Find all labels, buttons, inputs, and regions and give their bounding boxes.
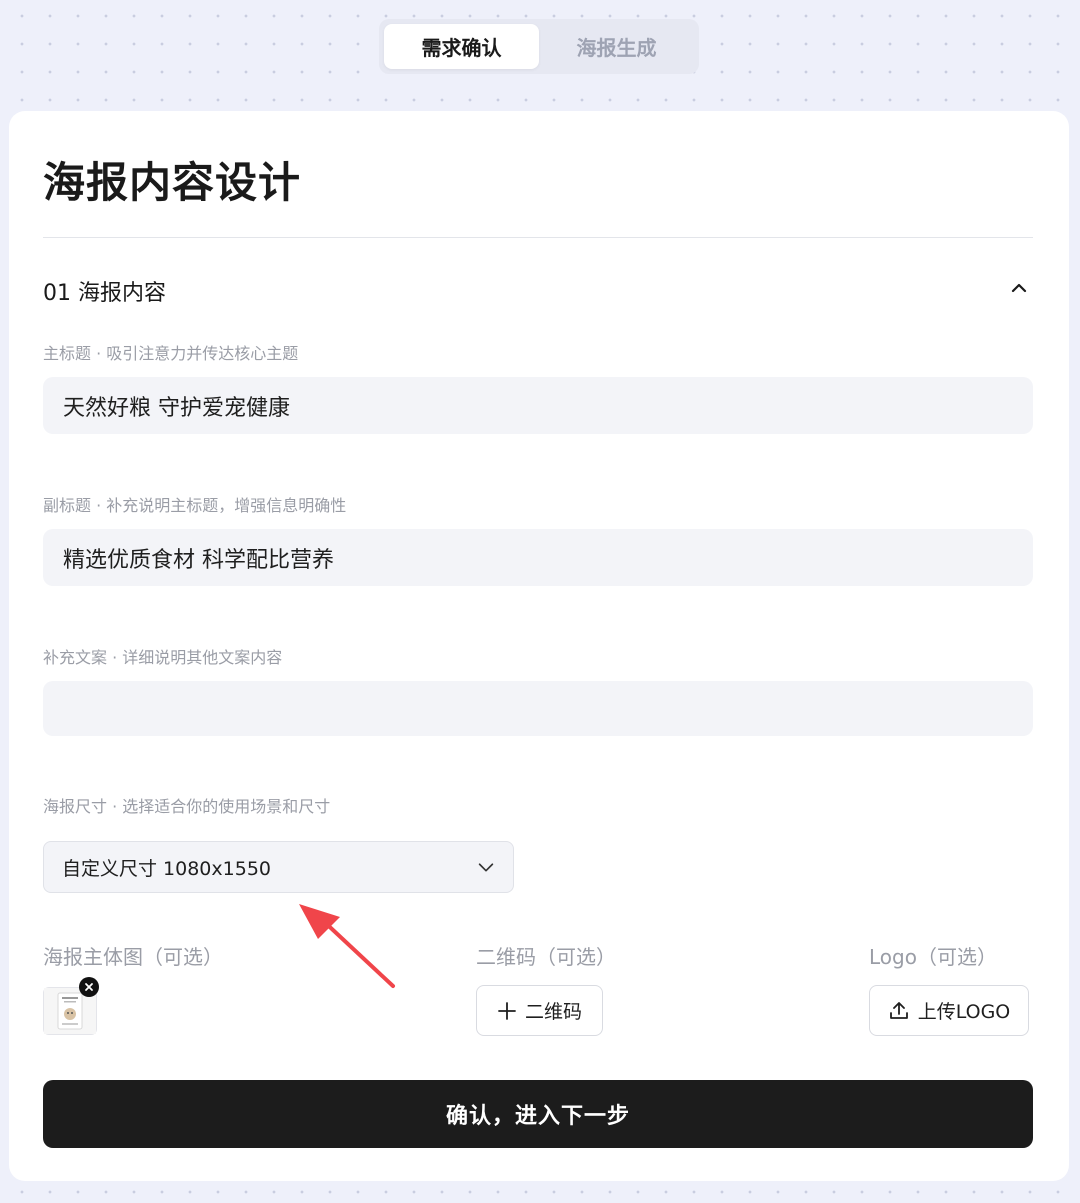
add-qr-code-button[interactable]: 二维码 [476,985,603,1036]
poster-size-value: 自定义尺寸 1080x1550 [62,857,271,880]
divider [43,237,1033,238]
add-qr-code-label: 二维码 [524,1001,582,1023]
content-card: 海报内容设计 01 海报内容 主标题 · 吸引注意力并传达核心主题 天然好粮 守… [9,111,1069,1181]
upload-logo-label: 上传LOGO [917,1001,1011,1023]
extra-copy-label: 补充文案 · 详细说明其他文案内容 [43,648,283,667]
poster-size-label: 海报尺寸 · 选择适合你的使用场景和尺寸 [43,797,331,816]
main-image-label: 海报主体图（可选） [43,945,223,969]
chevron-up-icon[interactable] [1007,276,1031,300]
confirm-next-button[interactable]: 确认，进入下一步 [43,1080,1033,1148]
remove-image-button[interactable] [79,977,99,997]
logo-label: Logo（可选） [869,945,997,969]
extra-copy-input[interactable] [43,681,1033,736]
subtitle-label: 副标题 · 补充说明主标题，增强信息明确性 [43,496,347,515]
page-title: 海报内容设计 [43,158,302,207]
section-title: 01 海报内容 [43,281,166,306]
upload-logo-button[interactable]: 上传LOGO [869,985,1029,1036]
close-icon [85,983,93,991]
tab-poster-generation[interactable]: 海报生成 [539,24,694,69]
main-title-input[interactable]: 天然好粮 守护爱宠健康 [43,377,1033,434]
main-title-label: 主标题 · 吸引注意力并传达核心主题 [43,344,299,363]
subtitle-value: 精选优质食材 科学配比营养 [63,547,334,573]
subtitle-input[interactable]: 精选优质食材 科学配比营养 [43,529,1033,586]
poster-size-select[interactable]: 自定义尺寸 1080x1550 [43,841,514,893]
qr-code-label: 二维码（可选） [476,945,616,969]
step-tabs: 需求确认 海报生成 [379,19,699,74]
upload-icon [889,1001,908,1019]
tab-requirements[interactable]: 需求确认 [384,24,539,69]
chevron-down-icon [478,863,494,872]
plus-icon [498,1001,516,1020]
main-title-value: 天然好粮 守护爱宠健康 [63,395,290,421]
